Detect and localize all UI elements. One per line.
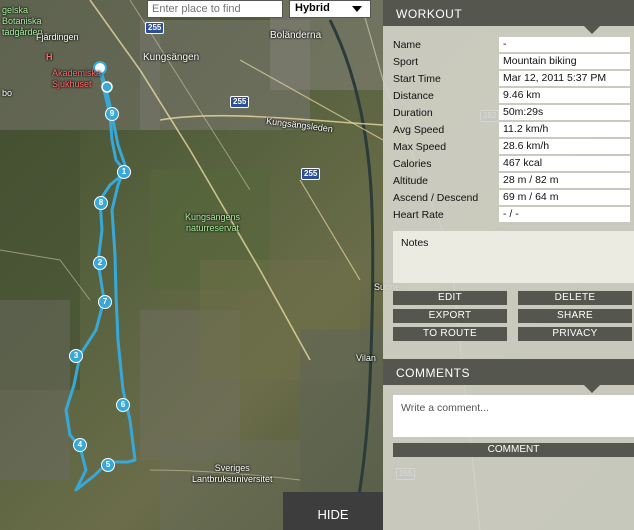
workout-panel: WORKOUT Name - Sport Mountain biking Start T… [383,0,634,530]
workout-stats: Name - Sport Mountain biking Start Time Mar 1… [393,36,634,223]
map-label-kungsangen: Kungsängen [143,52,200,63]
map-label-hospital-h: H [46,52,53,62]
map-label-slu: Sveriges Lantbruksuniversitet [192,463,273,484]
stat-row: Duration 50m:29s [393,104,634,121]
stat-row: Avg Speed 11.2 km/h [393,121,634,138]
route-marker[interactable]: 2 [93,256,107,270]
workout-header: WORKOUT [383,0,634,34]
route-marker[interactable]: 9 [105,107,119,121]
stat-label: Max Speed [393,140,447,153]
export-button[interactable]: EXPORT [393,309,507,323]
stat-row: Ascend / Descend 69 m / 64 m [393,189,634,206]
road-shield-255: 255 [145,22,165,34]
stat-row: Altitude 28 m / 82 m [393,172,634,189]
place-search-input[interactable] [147,0,283,18]
chevron-down-icon [352,6,362,12]
stat-row: Name - [393,36,634,53]
road-shield-255: 255 [230,96,250,108]
stat-label: Name [393,38,422,51]
to-route-button[interactable]: TO ROUTE [393,327,507,341]
stat-label: Duration [393,106,433,119]
route-marker[interactable]: 3 [69,349,83,363]
road-shield-255: 255 [301,168,321,180]
route-marker[interactable]: 1 [117,165,131,179]
stat-row: Heart Rate - / - [393,206,634,223]
comment-button[interactable]: COMMENT [393,443,634,457]
stat-label: Heart Rate [393,208,444,221]
stat-value: 467 kcal [499,156,630,171]
stat-value: - [499,37,630,52]
map-label-naturreservat: Kungsängens naturreservat [185,212,241,233]
stat-value: - / - [499,207,630,222]
stat-value: 28.6 km/h [499,139,630,154]
map-type-select[interactable]: Hybrid [289,0,371,18]
stat-label: Distance [393,89,434,102]
hide-button[interactable]: HIDE [283,492,383,530]
stat-label: Altitude [393,174,429,187]
route-marker[interactable]: 5 [101,458,115,472]
stat-value: 50m:29s [499,105,630,120]
stat-label: Sport [393,55,419,68]
workout-actions: EDIT DELETE EXPORT SHARE TO ROUTE PRIVAC… [383,291,634,345]
stat-value: 9.46 km [499,88,630,103]
stat-value: Mar 12, 2011 5:37 PM [499,71,630,86]
stat-value: 69 m / 64 m [499,190,630,205]
route-marker[interactable]: 8 [94,196,108,210]
map-label-bo: bo [2,88,13,98]
stat-label: Ascend / Descend [393,191,479,204]
map-type-value: Hybrid [295,2,330,14]
stat-label: Calories [393,157,432,170]
stat-row: Start Time Mar 12, 2011 5:37 PM [393,70,634,87]
delete-button[interactable]: DELETE [518,291,632,305]
stat-label: Avg Speed [393,123,445,136]
map-label-akademiska: Akademiska Sjukhuset [52,68,102,89]
comments-header: COMMENTS [383,359,634,393]
map-label-vilan: Vilan [356,353,376,363]
stat-row: Sport Mountain biking [393,53,634,70]
map-label-bolanderna: Boländerna [270,30,322,41]
stat-value: Mountain biking [499,54,630,69]
stat-row: Distance 9.46 km [393,87,634,104]
stat-value: 11.2 km/h [499,122,630,137]
share-button[interactable]: SHARE [518,309,632,323]
privacy-button[interactable]: PRIVACY [518,327,632,341]
stat-label: Start Time [393,72,441,85]
stat-row: Calories 467 kcal [393,155,634,172]
edit-button[interactable]: EDIT [393,291,507,305]
map-label-fjardingen: Fjärdingen [36,32,79,42]
notes-field[interactable]: Notes [393,231,634,283]
comment-input[interactable]: Write a comment... [393,395,634,437]
stat-row: Max Speed 28.6 km/h [393,138,634,155]
route-marker[interactable]: 7 [98,295,112,309]
route-marker[interactable]: 6 [116,398,130,412]
route-marker[interactable]: 4 [73,438,87,452]
stat-value: 28 m / 82 m [499,173,630,188]
